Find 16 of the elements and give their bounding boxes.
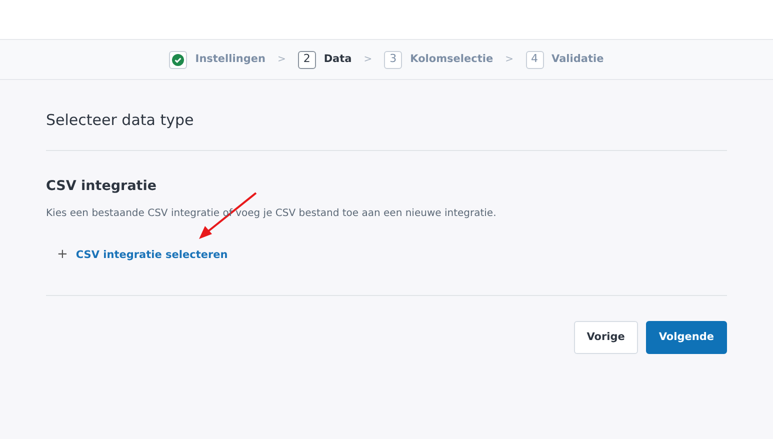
step-label[interactable]: Instellingen <box>195 52 266 68</box>
previous-button[interactable]: Vorige <box>574 321 638 354</box>
section-heading: CSV integratie <box>46 178 158 194</box>
step-number: 4 <box>526 50 544 68</box>
step-number: 3 <box>384 50 402 68</box>
step-label[interactable]: Kolomselectie <box>410 52 494 68</box>
chevron-icon: > <box>277 52 286 67</box>
page-title: Selecteer data type <box>46 110 195 130</box>
step-label[interactable]: Validatie <box>552 52 604 68</box>
next-button[interactable]: Volgende <box>646 321 727 354</box>
plus-icon: + <box>57 247 68 264</box>
step-label[interactable]: Data <box>324 52 352 68</box>
chevron-icon: > <box>364 52 372 67</box>
step-number: 2 <box>298 50 316 68</box>
chevron-icon: > <box>505 52 514 67</box>
add-integration-link[interactable]: CSV integratie selecteren <box>76 247 228 264</box>
